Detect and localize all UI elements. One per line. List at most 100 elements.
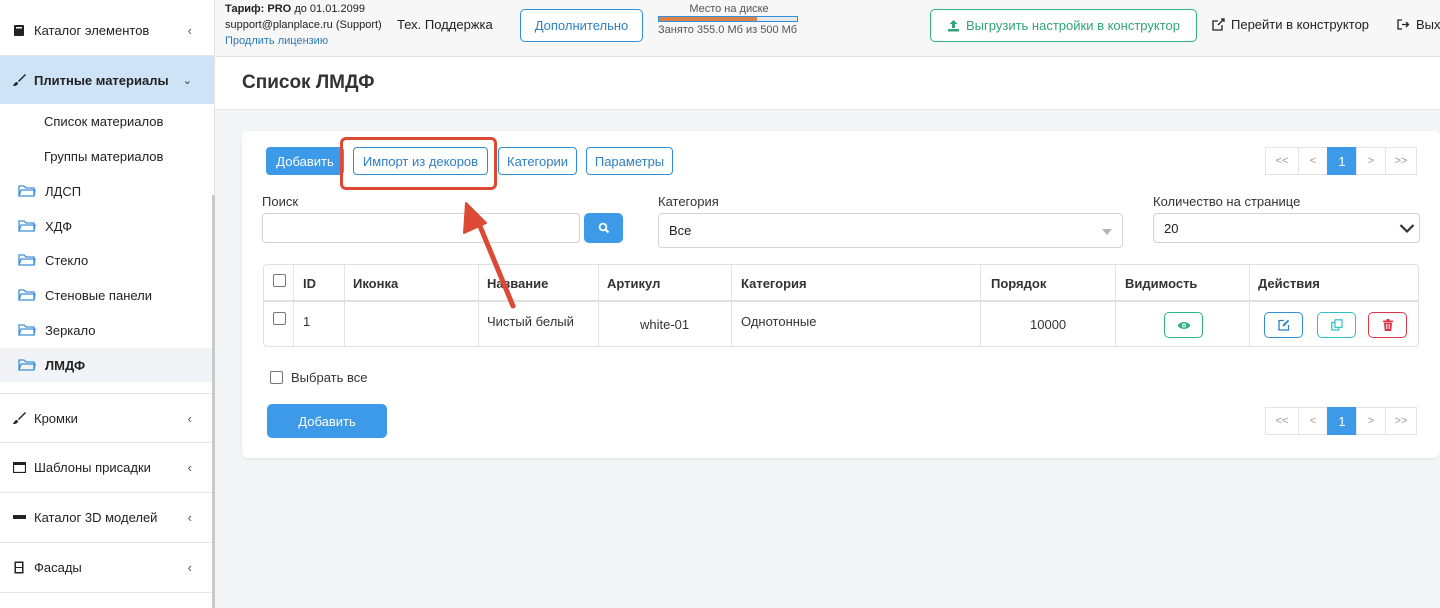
support-link[interactable]: Тех. Поддержка [397, 17, 493, 32]
page-last-button[interactable]: >> [1385, 147, 1417, 175]
select-all-rows-checkbox[interactable] [273, 274, 286, 287]
category-select[interactable]: Все [658, 213, 1123, 248]
window-icon [12, 460, 26, 474]
column-header-actions: Действия [1258, 276, 1320, 291]
sidebar-folder-label: ЛМДФ [45, 357, 86, 373]
extend-license-link[interactable]: Продлить лицензию [225, 33, 382, 49]
page-prev-button[interactable]: < [1298, 407, 1328, 435]
cell-order: 10000 [1030, 317, 1067, 332]
page-header: Список ЛМДФ [215, 57, 1440, 110]
divider [0, 393, 214, 394]
goto-constructor-link[interactable]: Перейти в конструктор [1212, 17, 1369, 32]
sidebar-folder-hdf[interactable]: ХДФ [0, 209, 214, 243]
page-first-button[interactable]: << [1265, 407, 1299, 435]
copy-icon [1330, 319, 1343, 331]
page-prev-button[interactable]: < [1298, 147, 1328, 175]
chevron-down-icon: ⌄ [182, 74, 192, 87]
divider [0, 542, 214, 543]
sidebar-folder-wall-panels[interactable]: Стеновые панели [0, 278, 214, 312]
sidebar-subitem-materials-groups[interactable]: Группы материалов [44, 149, 163, 164]
chevron-left-icon: ‹ [187, 459, 192, 475]
chevron-left-icon: ‹ [187, 410, 192, 426]
chevron-down-icon [1399, 224, 1415, 234]
sidebar-item-plates[interactable]: Плитные материалы ⌄ [0, 56, 214, 104]
eye-icon [1177, 321, 1190, 329]
column-header-visibility[interactable]: Видимость [1125, 276, 1197, 291]
select-all-checkbox[interactable] [270, 371, 283, 384]
sidebar-item-3d-models[interactable]: Каталог 3D моделей ‹ [0, 495, 214, 539]
goto-constructor-label: Перейти в конструктор [1231, 17, 1370, 32]
minus-icon [12, 510, 26, 524]
divider [0, 492, 214, 493]
brush-icon [12, 73, 26, 87]
column-header-id[interactable]: ID [303, 276, 316, 291]
sidebar-item-label: Плитные материалы [34, 72, 169, 88]
divider [1249, 265, 1250, 346]
page-current-button[interactable]: 1 [1327, 407, 1357, 435]
search-button[interactable] [584, 213, 623, 243]
trash-icon [1382, 319, 1393, 331]
sidebar-item-catalog[interactable]: Каталог элементов ‹ [0, 8, 214, 52]
parameters-button[interactable]: Параметры [586, 147, 673, 175]
sidebar-subitem-materials-list[interactable]: Список материалов [44, 114, 163, 129]
search-icon [598, 222, 609, 234]
per-page-value: 20 [1164, 220, 1179, 236]
sidebar-item-label: Шаблоны присадки [34, 459, 151, 475]
folder-icon [18, 220, 36, 232]
sidebar-item-facades[interactable]: Фасады ‹ [0, 545, 214, 589]
page-first-button[interactable]: << [1265, 147, 1299, 175]
folder-icon [18, 185, 36, 197]
page-current-button[interactable]: 1 [1327, 147, 1357, 175]
add-button-bottom[interactable]: Добавить [267, 404, 387, 438]
categories-button[interactable]: Категории [498, 147, 577, 175]
edit-icon [1277, 319, 1289, 331]
page-next-button[interactable]: > [1356, 407, 1386, 435]
column-header-name[interactable]: Название [487, 276, 548, 291]
export-settings-button[interactable]: Выгрузить настройки в конструктор [930, 9, 1197, 42]
edit-button[interactable] [1264, 312, 1303, 338]
folder-icon [18, 324, 36, 336]
category-label: Категория [658, 194, 719, 209]
sidebar-folder-mirror[interactable]: Зеркало [0, 313, 214, 347]
row-checkbox[interactable] [273, 312, 286, 325]
page-next-button[interactable]: > [1356, 147, 1386, 175]
sidebar-scrollbar[interactable] [212, 195, 215, 608]
sidebar-folder-label: ЛДСП [45, 183, 82, 199]
column-header-order[interactable]: Порядок [991, 276, 1046, 291]
column-header-article[interactable]: Артикул [607, 276, 660, 291]
sidebar-item-templates[interactable]: Шаблоны присадки ‹ [0, 445, 214, 489]
disk-progress-fill [659, 17, 757, 21]
search-input[interactable] [262, 213, 580, 243]
add-button[interactable]: Добавить [266, 147, 344, 175]
copy-button[interactable] [1317, 312, 1356, 338]
extra-button[interactable]: Дополнительно [520, 9, 643, 42]
column-header-category[interactable]: Категория [741, 276, 807, 291]
select-all-label[interactable]: Выбрать все [291, 370, 367, 385]
sidebar-folder-label: ХДФ [45, 218, 73, 234]
tariff-label: Тариф: [225, 3, 265, 15]
sidebar: Каталог элементов ‹ Плитные материалы ⌄ … [0, 0, 215, 608]
divider [1115, 265, 1116, 346]
divider [598, 265, 599, 346]
sidebar-folder-ldsp[interactable]: ЛДСП [0, 174, 214, 208]
cell-id: 1 [303, 314, 311, 329]
disk-usage: Место на диске Занято 355.0 Мб из 500 Мб [658, 3, 800, 36]
divider [344, 265, 345, 346]
sidebar-folder-glass[interactable]: Стекло [0, 243, 214, 277]
sign-out-icon [1397, 19, 1410, 30]
page-last-button[interactable]: >> [1385, 407, 1417, 435]
per-page-select[interactable]: 20 [1153, 213, 1420, 243]
sidebar-folder-lmdf[interactable]: ЛМДФ [0, 348, 214, 382]
search-label: Поиск [262, 194, 299, 209]
divider [478, 265, 479, 346]
pagination-top: << < 1 > >> [1265, 147, 1417, 175]
sidebar-item-edges[interactable]: Кромки ‹ [0, 396, 214, 440]
divider [0, 442, 214, 443]
delete-button[interactable] [1368, 312, 1407, 338]
disk-progress-bar [658, 16, 798, 22]
exit-link[interactable]: Вых [1397, 17, 1440, 32]
visibility-toggle-button[interactable] [1164, 312, 1203, 338]
column-header-icon[interactable]: Иконка [353, 276, 398, 291]
tariff-until: до 01.01.2099 [294, 3, 365, 15]
book-icon [12, 23, 26, 37]
